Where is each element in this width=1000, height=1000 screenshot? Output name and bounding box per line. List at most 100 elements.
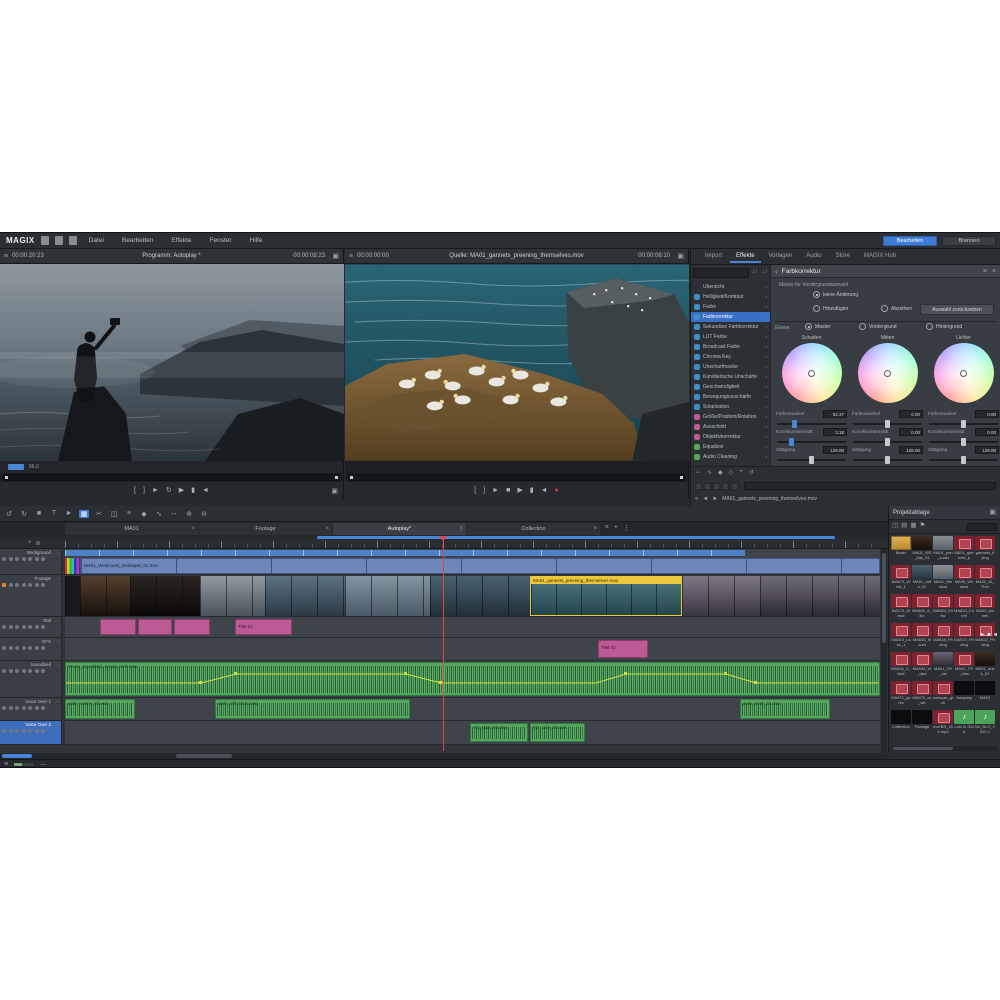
mute-icon[interactable]: [9, 646, 13, 650]
effect-options-icon[interactable]: [766, 284, 767, 290]
menu-item[interactable]: Fenster: [204, 237, 238, 244]
effect-list-item[interactable]: Equalizer: [691, 442, 770, 452]
color-wheel[interactable]: [934, 343, 994, 403]
track-header[interactable]: Voice Over 1 ▫: [0, 698, 62, 721]
effect-list-item[interactable]: Sekundäre Farbkorrektur: [691, 322, 770, 332]
mute-icon[interactable]: [9, 625, 13, 629]
filmstrip-clip[interactable]: [130, 576, 200, 616]
filmstrip-clip[interactable]: [65, 576, 80, 616]
media-tile[interactable]: MA01_gannets_p: [954, 536, 974, 564]
effect-list-item[interactable]: LUT Farbe: [691, 332, 770, 342]
media-tile[interactable]: gannets_flying: [975, 536, 995, 564]
grid-view-icon[interactable]: ▦: [910, 523, 916, 530]
effect-options-icon[interactable]: [766, 394, 767, 400]
cut-icon[interactable]: ✂: [94, 510, 104, 518]
hamburger-icon[interactable]: ≡: [349, 253, 353, 260]
track-lane-voiceover2[interactable]: VO_take_03.wav VO_take_04.wav: [65, 721, 880, 745]
fx-icon[interactable]: [28, 583, 32, 587]
record-arm-icon[interactable]: [2, 706, 6, 710]
filmstrip-clip[interactable]: [200, 576, 265, 616]
wheel-indicator[interactable]: [808, 370, 815, 377]
bin-scrollbar[interactable]: [891, 746, 998, 751]
delete-icon[interactable]: ■: [34, 510, 44, 517]
keyframe-icon[interactable]: ◆: [718, 469, 723, 476]
range-start-button[interactable]: [: [134, 487, 136, 494]
media-tile[interactable]: MA518_Photog: [933, 623, 953, 651]
lock-icon[interactable]: [22, 669, 26, 673]
audio-clip[interactable]: VO_take_03.wav: [470, 723, 528, 742]
media-tile[interactable]: Footage: [912, 710, 932, 738]
title-clip[interactable]: [174, 619, 210, 635]
snap-icon[interactable]: ↔: [169, 510, 179, 517]
group-bar[interactable]: [65, 550, 745, 556]
mouse-mode-icon[interactable]: ►: [64, 510, 74, 517]
back-icon[interactable]: [775, 267, 778, 276]
title-clip[interactable]: Titel 01: [235, 619, 292, 635]
record-button[interactable]: ●: [555, 487, 559, 494]
effect-list-item[interactable]: Übersicht: [691, 282, 770, 292]
effect-options-icon[interactable]: [766, 414, 767, 420]
scrollbar-handle[interactable]: [893, 747, 953, 750]
radio-layer-foreground[interactable]: Vordergrund: [859, 323, 897, 330]
filmstrip-clip[interactable]: [760, 576, 880, 616]
media-tile[interactable]: Lost in Gold: [954, 710, 974, 738]
record-arm-icon[interactable]: [2, 669, 6, 673]
filmstrip-clip[interactable]: [80, 576, 130, 616]
jump-end-button[interactable]: ▮: [191, 487, 195, 494]
timeline-tab[interactable]: MA01: [65, 523, 198, 535]
effect-list-item[interactable]: Broadcast Farbe: [691, 342, 770, 352]
zoom-in-icon[interactable]: ⊕: [184, 510, 194, 518]
automation-icon[interactable]: [35, 583, 39, 587]
stop-button[interactable]: ■: [506, 487, 510, 494]
menu-item[interactable]: Effekte: [165, 237, 197, 244]
track-minimize-icon[interactable]: ▫: [57, 639, 59, 644]
media-tile[interactable]: MA684_Kittiw: [933, 594, 953, 622]
track-header[interactable]: GFX ▫: [0, 638, 62, 661]
mute-icon[interactable]: [9, 583, 13, 587]
effect-list-item[interactable]: Helligkeit/Kontrast: [691, 292, 770, 302]
close-tab-icon[interactable]: [191, 523, 195, 535]
close-tab-icon[interactable]: [459, 523, 463, 535]
track-minimize-icon[interactable]: ▫: [57, 550, 59, 555]
source-scrubber[interactable]: [348, 474, 685, 481]
saturation-value[interactable]: 128.00: [975, 446, 999, 454]
slider-thumb[interactable]: [885, 456, 890, 464]
monitor-icon[interactable]: [41, 583, 45, 587]
timeline-tab[interactable]: Footage: [199, 523, 332, 535]
media-tile[interactable]: MA671_gnnts: [891, 681, 911, 709]
range-start-button[interactable]: [: [474, 487, 476, 494]
radio-layer-background[interactable]: Hintergrund: [926, 323, 962, 330]
play-range-button[interactable]: ►: [492, 487, 499, 494]
intensity-slider[interactable]: [929, 441, 998, 443]
preview-stop-icon[interactable]: ■: [987, 632, 990, 638]
slider-thumb[interactable]: [961, 456, 966, 464]
radio-subtract[interactable]: Abziehen: [881, 305, 912, 312]
play-range-button[interactable]: ►: [152, 487, 159, 494]
kf-option-button[interactable]: [722, 483, 729, 490]
save-project-icon[interactable]: [69, 236, 77, 245]
effect-list-item[interactable]: Künstlerische Unschärfe: [691, 372, 770, 382]
slider-thumb[interactable]: [809, 456, 814, 464]
track-header[interactable]: Footage ▫: [0, 575, 62, 617]
effect-options-icon[interactable]: [766, 434, 767, 440]
track-lane-background[interactable]: MA01_Westcoast_timelapse_01.mov: [65, 549, 880, 575]
hue-value[interactable]: 0.00: [899, 410, 923, 418]
monitor-icon[interactable]: [41, 625, 45, 629]
loop-button[interactable]: ↻: [166, 487, 172, 494]
curve-icon[interactable]: ∿: [707, 469, 712, 476]
effect-options-icon[interactable]: [766, 374, 767, 380]
automation-icon[interactable]: [35, 646, 39, 650]
effect-options-icon[interactable]: [766, 314, 767, 320]
audio-clip[interactable]: MA01_soundbed_ocean_amb.wav: [65, 662, 880, 696]
kf-option-button[interactable]: [731, 483, 738, 490]
keyframe-lane[interactable]: [744, 482, 996, 490]
program-scrubber[interactable]: [3, 474, 340, 481]
track-minimize-icon[interactable]: ▫: [57, 722, 59, 727]
record-arm-icon[interactable]: [2, 646, 6, 650]
automation-icon[interactable]: ∿: [154, 510, 164, 518]
open-project-icon[interactable]: [55, 236, 63, 245]
solo-icon[interactable]: [15, 729, 19, 733]
prev-clip-icon[interactable]: «: [695, 496, 698, 502]
filmstrip-clip[interactable]: [430, 576, 530, 616]
lock-icon[interactable]: [22, 557, 26, 561]
